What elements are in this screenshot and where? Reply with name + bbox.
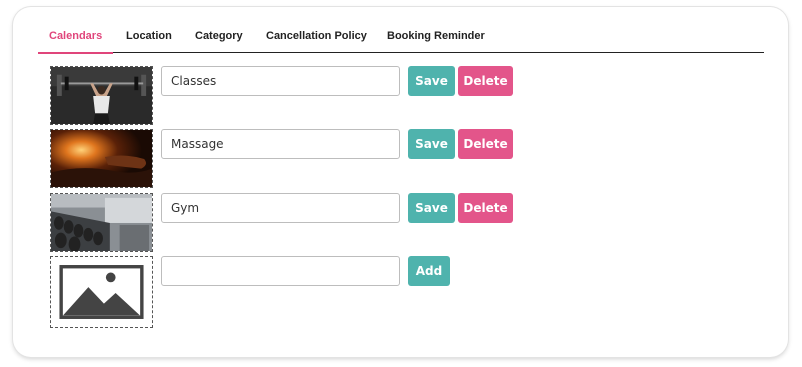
- calendar-name-input[interactable]: [161, 129, 400, 159]
- massage-candle-photo: [51, 130, 152, 187]
- delete-button[interactable]: Delete: [458, 66, 513, 96]
- gym-dumbbells-photo: [51, 194, 152, 251]
- tab-location[interactable]: Location: [126, 23, 172, 53]
- delete-button[interactable]: Delete: [458, 193, 513, 223]
- calendar-image-massage[interactable]: [50, 129, 153, 188]
- weightlifting-photo: [51, 67, 152, 124]
- add-button[interactable]: Add: [408, 256, 450, 286]
- image-placeholder-icon: [59, 265, 144, 319]
- save-button[interactable]: Save: [408, 129, 455, 159]
- tab-bar: Calendars Location Category Cancellation…: [37, 23, 764, 54]
- tab-cancellation-policy[interactable]: Cancellation Policy: [266, 23, 367, 53]
- calendar-image-gym[interactable]: [50, 193, 153, 252]
- upload-image-box[interactable]: [50, 256, 153, 328]
- delete-button[interactable]: Delete: [458, 129, 513, 159]
- tab-calendars[interactable]: Calendars: [37, 23, 114, 54]
- save-button[interactable]: Save: [408, 193, 455, 223]
- calendar-name-input[interactable]: [161, 66, 400, 96]
- calendar-image-classes[interactable]: [50, 66, 153, 125]
- tab-booking-reminder[interactable]: Booking Reminder: [387, 23, 485, 53]
- tab-category[interactable]: Category: [195, 23, 243, 53]
- save-button[interactable]: Save: [408, 66, 455, 96]
- calendar-name-input[interactable]: [161, 193, 400, 223]
- new-calendar-name-input[interactable]: [161, 256, 400, 286]
